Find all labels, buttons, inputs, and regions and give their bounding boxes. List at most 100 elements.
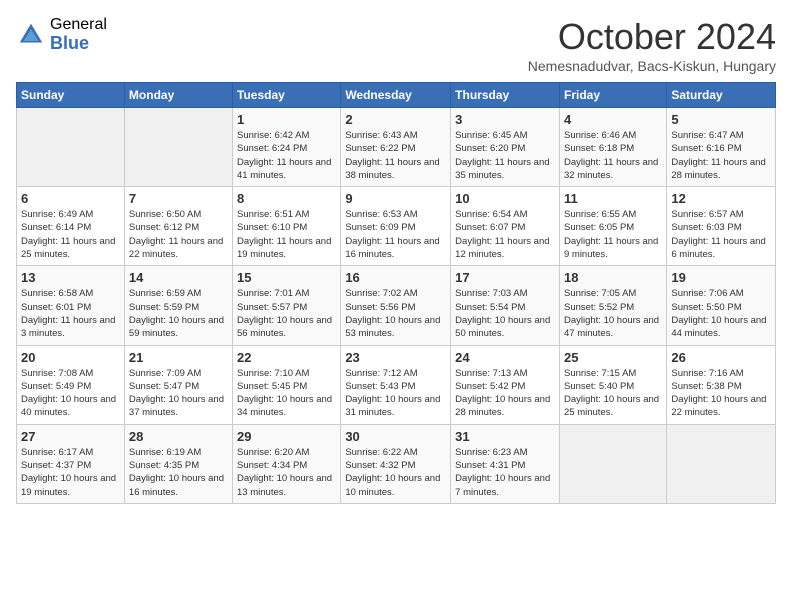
day-info: Sunrise: 7:01 AMSunset: 5:57 PMDaylight:… (237, 287, 336, 340)
day-number: 27 (21, 429, 120, 444)
calendar-cell: 31 Sunrise: 6:23 AMSunset: 4:31 PMDayligh… (451, 424, 560, 503)
day-number: 15 (237, 270, 336, 285)
calendar-cell: 8 Sunrise: 6:51 AMSunset: 6:10 PMDaylight… (233, 187, 341, 266)
day-number: 8 (237, 191, 336, 206)
day-info: Sunrise: 6:45 AMSunset: 6:20 PMDaylight:… (455, 129, 555, 182)
day-info: Sunrise: 6:51 AMSunset: 6:10 PMDaylight:… (237, 208, 336, 261)
day-info: Sunrise: 6:17 AMSunset: 4:37 PMDaylight:… (21, 446, 120, 499)
calendar-cell: 1 Sunrise: 6:42 AMSunset: 6:24 PMDaylight… (233, 108, 341, 187)
logo-blue: Blue (50, 34, 107, 54)
calendar-header: SundayMondayTuesdayWednesdayThursdayFrid… (17, 83, 776, 108)
day-number: 5 (671, 112, 771, 127)
month-title: October 2024 (528, 16, 776, 58)
calendar-week: 6Sunrise: 6:49 AMSunset: 6:14 PMDaylight… (17, 187, 776, 266)
day-number: 29 (237, 429, 336, 444)
day-info: Sunrise: 7:15 AMSunset: 5:40 PMDaylight:… (564, 367, 662, 420)
calendar-cell: 17Sunrise: 7:03 AMSunset: 5:54 PMDayligh… (451, 266, 560, 345)
day-number: 2 (345, 112, 446, 127)
calendar-cell: 3 Sunrise: 6:45 AMSunset: 6:20 PMDaylight… (451, 108, 560, 187)
day-info: Sunrise: 7:16 AMSunset: 5:38 PMDaylight:… (671, 367, 771, 420)
day-info: Sunrise: 6:47 AMSunset: 6:16 PMDaylight:… (671, 129, 771, 182)
calendar-cell: 4 Sunrise: 6:46 AMSunset: 6:18 PMDaylight… (559, 108, 666, 187)
title-block: October 2024 Nemesnadudvar, Bacs-Kiskun,… (528, 16, 776, 74)
day-number: 31 (455, 429, 555, 444)
logo-text: General Blue (50, 16, 107, 53)
calendar-cell (667, 424, 776, 503)
day-info: Sunrise: 6:43 AMSunset: 6:22 PMDaylight:… (345, 129, 446, 182)
day-number: 24 (455, 350, 555, 365)
day-info: Sunrise: 7:02 AMSunset: 5:56 PMDaylight:… (345, 287, 446, 340)
header-day: Saturday (667, 83, 776, 108)
day-info: Sunrise: 6:50 AMSunset: 6:12 PMDaylight:… (129, 208, 228, 261)
logo: General Blue (16, 16, 107, 53)
logo-icon (16, 20, 46, 50)
header-day: Monday (124, 83, 232, 108)
day-info: Sunrise: 7:13 AMSunset: 5:42 PMDaylight:… (455, 367, 555, 420)
day-info: Sunrise: 6:57 AMSunset: 6:03 PMDaylight:… (671, 208, 771, 261)
day-info: Sunrise: 7:06 AMSunset: 5:50 PMDaylight:… (671, 287, 771, 340)
day-info: Sunrise: 6:20 AMSunset: 4:34 PMDaylight:… (237, 446, 336, 499)
day-info: Sunrise: 6:42 AMSunset: 6:24 PMDaylight:… (237, 129, 336, 182)
calendar-cell (17, 108, 125, 187)
day-info: Sunrise: 6:49 AMSunset: 6:14 PMDaylight:… (21, 208, 120, 261)
calendar-week: 27 Sunrise: 6:17 AMSunset: 4:37 PMDayligh… (17, 424, 776, 503)
day-number: 14 (129, 270, 228, 285)
day-info: Sunrise: 7:08 AMSunset: 5:49 PMDaylight:… (21, 367, 120, 420)
calendar-cell: 20 Sunrise: 7:08 AMSunset: 5:49 PMDayligh… (17, 345, 125, 424)
day-number: 7 (129, 191, 228, 206)
day-info: Sunrise: 7:05 AMSunset: 5:52 PMDaylight:… (564, 287, 662, 340)
calendar-cell: 2 Sunrise: 6:43 AMSunset: 6:22 PMDaylight… (341, 108, 451, 187)
day-number: 18 (564, 270, 662, 285)
calendar-cell: 28Sunrise: 6:19 AMSunset: 4:35 PMDayligh… (124, 424, 232, 503)
calendar-cell: 12Sunrise: 6:57 AMSunset: 6:03 PMDayligh… (667, 187, 776, 266)
day-info: Sunrise: 6:58 AMSunset: 6:01 PMDaylight:… (21, 287, 120, 340)
calendar-cell: 22 Sunrise: 7:10 AMSunset: 5:45 PMDayligh… (233, 345, 341, 424)
calendar-cell: 29 Sunrise: 6:20 AMSunset: 4:34 PMDayligh… (233, 424, 341, 503)
calendar-cell: 14 Sunrise: 6:59 AMSunset: 5:59 PMDayligh… (124, 266, 232, 345)
logo-general: General (50, 16, 107, 34)
day-number: 1 (237, 112, 336, 127)
day-info: Sunrise: 6:55 AMSunset: 6:05 PMDaylight:… (564, 208, 662, 261)
header-day: Thursday (451, 83, 560, 108)
day-number: 10 (455, 191, 555, 206)
calendar-cell: 30 Sunrise: 6:22 AMSunset: 4:32 PMDayligh… (341, 424, 451, 503)
calendar-table: SundayMondayTuesdayWednesdayThursdayFrid… (16, 82, 776, 504)
calendar-cell: 6Sunrise: 6:49 AMSunset: 6:14 PMDaylight… (17, 187, 125, 266)
day-number: 30 (345, 429, 446, 444)
calendar-cell: 25Sunrise: 7:15 AMSunset: 5:40 PMDayligh… (559, 345, 666, 424)
day-info: Sunrise: 6:22 AMSunset: 4:32 PMDaylight:… (345, 446, 446, 499)
day-info: Sunrise: 6:23 AMSunset: 4:31 PMDaylight:… (455, 446, 555, 499)
day-number: 20 (21, 350, 120, 365)
calendar-cell (124, 108, 232, 187)
day-info: Sunrise: 7:10 AMSunset: 5:45 PMDaylight:… (237, 367, 336, 420)
calendar-cell: 27 Sunrise: 6:17 AMSunset: 4:37 PMDayligh… (17, 424, 125, 503)
day-number: 16 (345, 270, 446, 285)
header-day: Friday (559, 83, 666, 108)
calendar-cell: 7 Sunrise: 6:50 AMSunset: 6:12 PMDaylight… (124, 187, 232, 266)
day-info: Sunrise: 6:19 AMSunset: 4:35 PMDaylight:… (129, 446, 228, 499)
day-info: Sunrise: 6:53 AMSunset: 6:09 PMDaylight:… (345, 208, 446, 261)
header-day: Wednesday (341, 83, 451, 108)
day-number: 3 (455, 112, 555, 127)
calendar-week: 13 Sunrise: 6:58 AMSunset: 6:01 PMDayligh… (17, 266, 776, 345)
header-day: Sunday (17, 83, 125, 108)
day-info: Sunrise: 6:46 AMSunset: 6:18 PMDaylight:… (564, 129, 662, 182)
day-number: 13 (21, 270, 120, 285)
calendar-body: 1 Sunrise: 6:42 AMSunset: 6:24 PMDaylight… (17, 108, 776, 504)
calendar-cell: 16 Sunrise: 7:02 AMSunset: 5:56 PMDayligh… (341, 266, 451, 345)
day-number: 11 (564, 191, 662, 206)
calendar-cell: 9 Sunrise: 6:53 AMSunset: 6:09 PMDaylight… (341, 187, 451, 266)
page-header: General Blue October 2024 Nemesnadudvar,… (16, 16, 776, 74)
day-number: 26 (671, 350, 771, 365)
calendar-cell: 10Sunrise: 6:54 AMSunset: 6:07 PMDayligh… (451, 187, 560, 266)
calendar-week: 1 Sunrise: 6:42 AMSunset: 6:24 PMDaylight… (17, 108, 776, 187)
day-number: 9 (345, 191, 446, 206)
day-number: 19 (671, 270, 771, 285)
day-info: Sunrise: 6:59 AMSunset: 5:59 PMDaylight:… (129, 287, 228, 340)
calendar-cell: 11 Sunrise: 6:55 AMSunset: 6:05 PMDayligh… (559, 187, 666, 266)
day-info: Sunrise: 7:09 AMSunset: 5:47 PMDaylight:… (129, 367, 228, 420)
header-day: Tuesday (233, 83, 341, 108)
day-number: 4 (564, 112, 662, 127)
calendar-cell: 19 Sunrise: 7:06 AMSunset: 5:50 PMDayligh… (667, 266, 776, 345)
day-number: 22 (237, 350, 336, 365)
